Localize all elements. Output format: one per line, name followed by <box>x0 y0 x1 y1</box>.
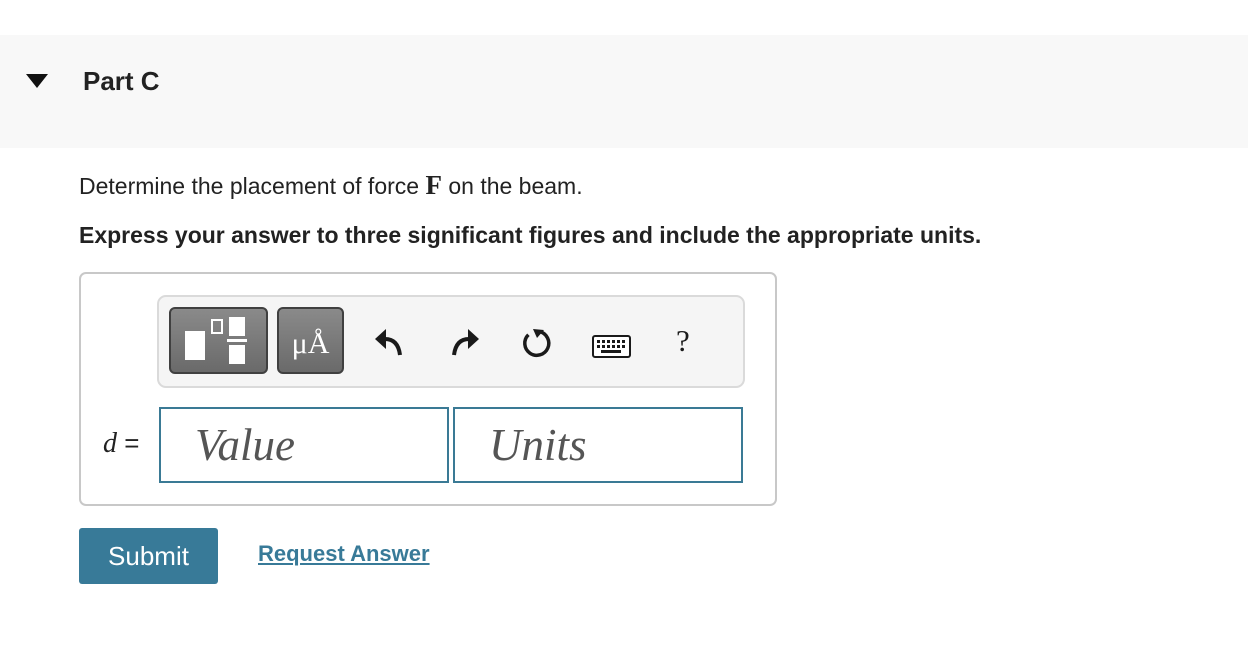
force-symbol: F <box>425 170 442 200</box>
request-answer-link[interactable]: Request Answer <box>258 541 430 567</box>
equals-sign: = <box>124 428 140 458</box>
value-input[interactable] <box>159 407 449 483</box>
redo-icon[interactable] <box>452 328 480 356</box>
submit-button[interactable]: Submit <box>79 528 218 584</box>
question-text: Determine the placement of force F on th… <box>79 170 583 201</box>
help-icon[interactable]: ? <box>676 323 690 359</box>
templates-button[interactable] <box>169 307 268 374</box>
part-title: Part C <box>83 66 160 96</box>
units-input[interactable] <box>453 407 743 483</box>
collapse-triangle-icon[interactable] <box>26 74 48 88</box>
question-text-before: Determine the placement of force <box>79 173 426 199</box>
question-text-after: on the beam. <box>441 173 583 199</box>
fraction-template-icon <box>185 317 247 364</box>
answer-instruction: Express your answer to three significant… <box>79 222 982 248</box>
keyboard-icon[interactable] <box>592 335 631 358</box>
part-header <box>0 35 1248 148</box>
reset-icon[interactable] <box>520 326 554 360</box>
units-button[interactable]: μÅ <box>277 307 344 374</box>
variable-symbol: d <box>103 428 117 459</box>
variable-label: d = <box>103 428 139 460</box>
undo-icon[interactable] <box>374 328 402 356</box>
